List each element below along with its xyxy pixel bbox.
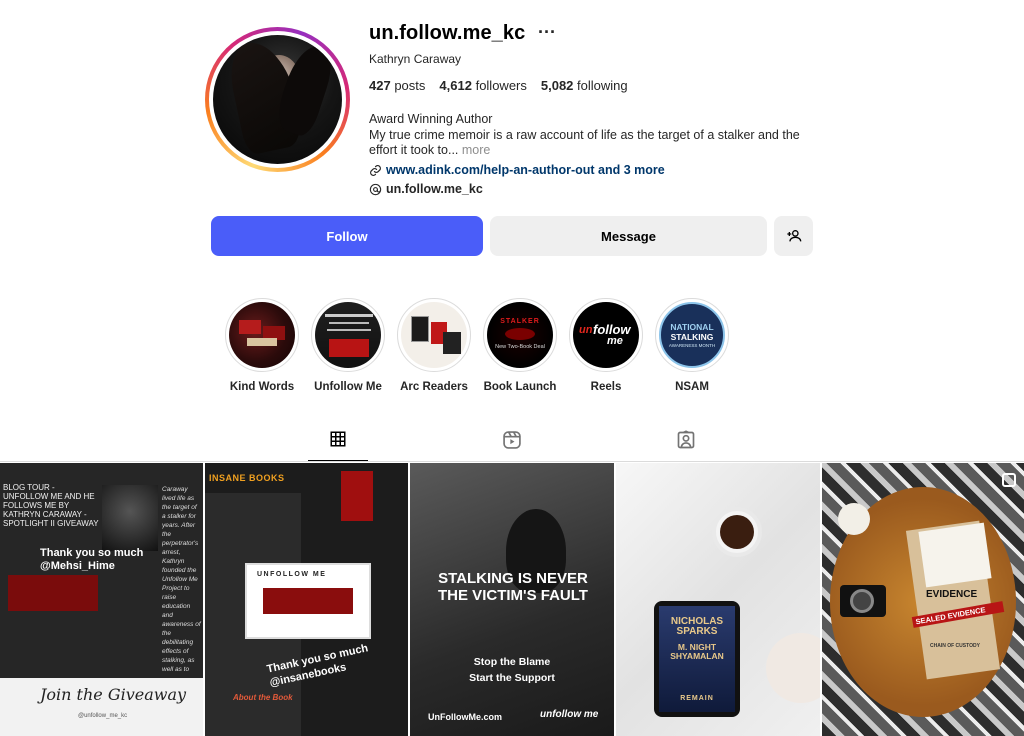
highlight-book-launch[interactable]: STALKER New Two-Book Deal Book Launch [483,298,557,393]
post-thumbnail[interactable]: EVIDENCE SEALED EVIDENCE CHAIN OF CUSTOD… [822,463,1024,736]
nsam-line3: AWARENESS MONTH [668,343,716,348]
profile-category: Award Winning Author [369,112,493,126]
highlight-ring [225,298,299,372]
nsam-line1: NATIONAL [670,322,714,332]
following-count[interactable]: 5,082 following [541,78,628,93]
bio-more-link[interactable]: more [462,143,490,157]
logo-me: me [607,335,623,347]
highlight-label: NSAM [675,381,709,393]
highlight-nsam[interactable]: NATIONAL STALKING AWARENESS MONTH NSAM [655,298,729,393]
profile-full-name: Kathryn Caraway [369,52,462,66]
giveaway-text: Join the Giveaway [40,685,187,704]
follow-button[interactable]: Follow [211,216,483,256]
giveaway-handle: @unfollow_me_kc [78,713,128,719]
post-logo: unfollow me [540,709,599,720]
highlight-cover [401,302,467,368]
more-options-icon[interactable]: ··· [538,22,556,43]
post-line1: Stop the Blame [473,656,551,668]
highlight-label: Kind Words [229,381,295,393]
highlight-kind-words[interactable]: Kind Words [225,298,299,393]
post-headline: STALKING IS NEVER THE VICTIM'S FAULT [438,570,588,604]
post-coffee [720,515,754,549]
suggested-users-button[interactable] [774,216,813,256]
post-thumbnail[interactable]: BLOG TOUR - UNFOLLOW ME AND HE FOLLOWS M… [0,463,203,736]
highlight-cover [229,302,295,368]
book-author: NICHOLAS SPARKS [670,616,724,637]
post-thumbnail[interactable]: NICHOLAS SPARKS M. NIGHT SHYAMALAN REMAI… [616,463,820,736]
link-icon [370,164,381,176]
new-book-text: New Two-Book Deal [495,344,545,350]
tab-tagged[interactable] [656,430,716,462]
highlight-label: Unfollow Me [314,381,382,393]
post-line2: Start the Support [469,672,555,684]
highlight-label: Arc Readers [400,381,468,393]
threads-link[interactable]: un.follow.me_kc [369,182,483,196]
profile-avatar[interactable] [205,27,350,172]
post-camera-lens [850,589,874,613]
threads-handle[interactable]: un.follow.me_kc [386,182,483,196]
post-jar [838,503,870,535]
highlight-ring: un follow me [569,298,643,372]
highlight-label: Book Launch [483,381,557,393]
popup-title: UNFOLLOW ME [257,571,327,578]
reels-icon [503,431,521,449]
highlight-reels[interactable]: un follow me Reels [569,298,643,393]
profile-link[interactable]: www.adink.com/help-an-author-out and 3 m… [369,163,665,177]
avatar-photo [213,35,342,164]
post-author-photo [102,485,158,551]
highlight-ring: NATIONAL STALKING AWARENESS MONTH [655,298,729,372]
highlight-cover: un follow me [573,302,639,368]
post-thumbnail[interactable]: INSANE BOOKS UNFOLLOW ME Thank you so mu… [205,463,408,736]
nsam-line2: STALKING [670,332,714,342]
tab-posts[interactable] [308,430,368,462]
popup-banner [263,588,353,614]
avatar-border [209,31,346,168]
highlight-cover: NATIONAL STALKING AWARENESS MONTH [659,302,725,368]
site-name: INSANE BOOKS [209,473,285,483]
posts-count: 427 posts [369,78,426,93]
stalker-text: STALKER [500,318,540,325]
post-book-cover [341,471,373,521]
profile-stats: 427 posts 4,612 followers 5,082 followin… [369,78,628,93]
profile-bio: My true crime memoir is a raw account of… [369,128,800,157]
profile-username: un.follow.me_kc [369,22,526,44]
add-user-icon [786,230,801,242]
profile-link-text[interactable]: www.adink.com/help-an-author-out and 3 m… [386,163,665,177]
post-book-banner [8,575,98,611]
post-title: BLOG TOUR - UNFOLLOW ME AND HE FOLLOWS M… [3,483,99,528]
carousel-icon [1002,473,1016,487]
highlight-ring [397,298,471,372]
chain-label: CHAIN OF CUSTODY [930,643,980,649]
tab-reels[interactable] [482,430,542,462]
highlight-ring [311,298,385,372]
highlight-ring: STALKER New Two-Book Deal [483,298,557,372]
tagged-icon [677,430,695,449]
post-thanks: Thank you so much @Mehsi_Hime [40,547,144,572]
followers-count[interactable]: 4,612 followers [439,78,526,93]
highlight-cover [315,302,381,368]
message-button[interactable]: Message [490,216,767,256]
tabs-divider [0,461,1024,462]
highlight-label: Reels [590,381,622,393]
post-side-text: Caraway lived life as the target of a st… [162,486,201,673]
book-title: REMAIN [680,695,714,702]
post-thumbnail[interactable]: STALKING IS NEVER THE VICTIM'S FAULT Sto… [410,463,614,736]
threads-icon [369,183,382,195]
about-book: About the Book [233,693,293,702]
highlight-arc-readers[interactable]: Arc Readers [397,298,471,393]
evidence-label: EVIDENCE [926,589,978,600]
post-url: UnFollowMe.com [428,712,502,722]
highlight-unfollow-me[interactable]: Unfollow Me [311,298,385,393]
book-coauthor: M. NIGHT SHYAMALAN [670,642,724,661]
highlight-cover: STALKER New Two-Book Deal [487,302,553,368]
grid-icon [330,431,346,447]
post-note [918,522,992,588]
logo-un: un [579,324,593,336]
